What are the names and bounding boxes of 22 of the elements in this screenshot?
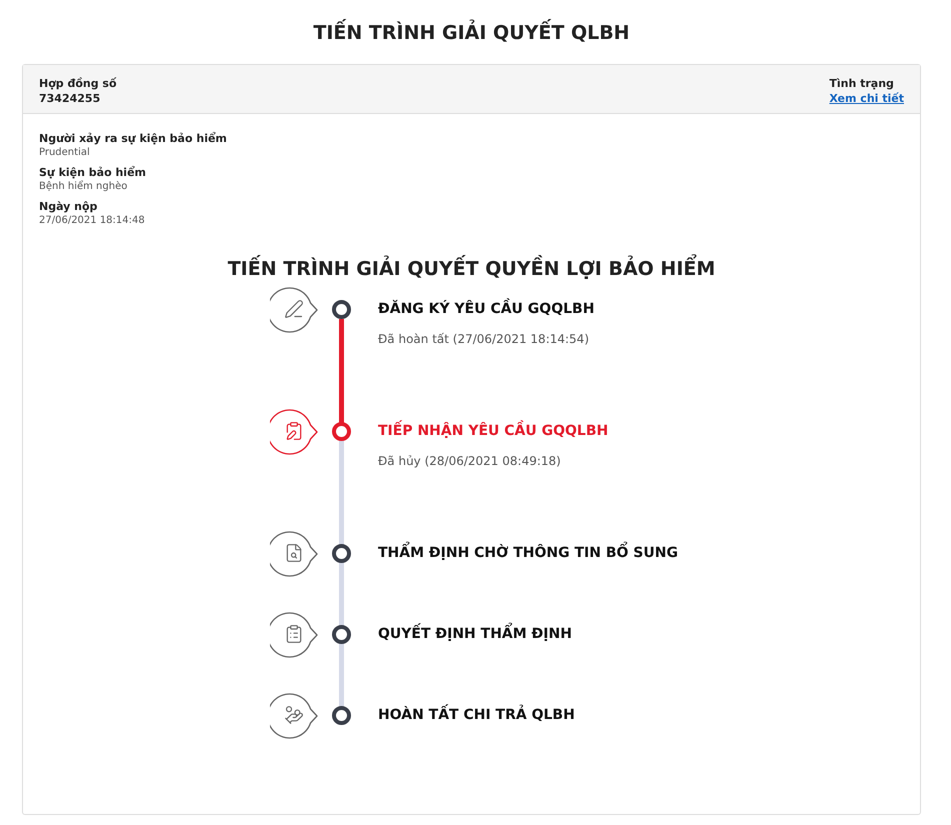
detail-label: Người xảy ra sự kiện bảo hiểm	[39, 131, 227, 146]
step-title: THẨM ĐỊNH CHỜ THÔNG TIN BỔ SUNG	[378, 544, 920, 563]
step-status: Đã hủy (28/06/2021 08:49:18)	[378, 453, 562, 469]
detail-value: 27/06/2021 18:14:48	[39, 214, 145, 228]
detail-label: Ngày nộp	[39, 199, 98, 214]
step-title: QUYẾT ĐỊNH THẨM ĐỊNH	[378, 625, 920, 644]
contract-label: Hợp đồng số	[39, 76, 117, 91]
step-title: TIẾP NHẬN YÊU CẦU GQQLBH	[378, 422, 920, 441]
status-label: Tình trạng	[829, 76, 894, 91]
detail-value: Prudential	[39, 146, 90, 160]
details-link[interactable]: Xem chi tiết	[829, 91, 904, 106]
detail-label: Sự kiện bảo hiểm	[39, 165, 146, 180]
clipboard-list-icon	[284, 624, 304, 644]
clipboard-pen-icon	[284, 421, 304, 441]
step-status: Đã hoàn tất (27/06/2021 18:14:54)	[378, 331, 590, 347]
detail-value: Bệnh hiểm nghèo	[39, 180, 128, 194]
document-search-icon	[284, 543, 304, 563]
step-title: ĐĂNG KÝ YÊU CẦU GQQLBH	[378, 300, 920, 319]
step-title: HOÀN TẤT CHI TRẢ QLBH	[378, 706, 920, 725]
hand-coins-icon	[284, 705, 304, 725]
pen-icon	[284, 299, 304, 319]
contract-number: 73424255	[39, 91, 100, 106]
